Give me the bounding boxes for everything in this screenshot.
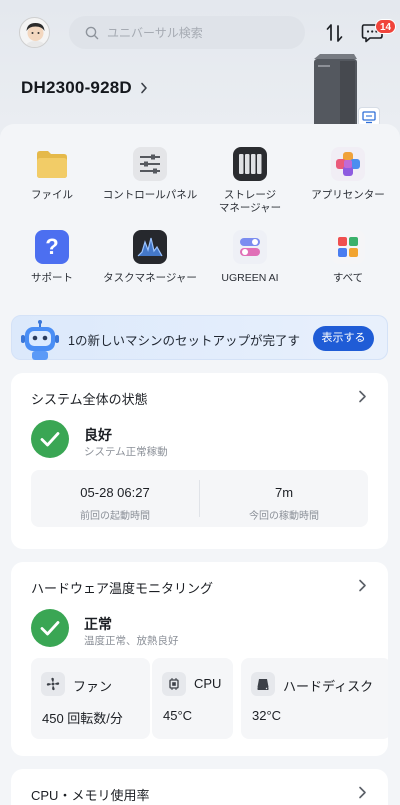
status-description: システム正常稼動 [84, 446, 168, 458]
last-boot-value: 05-28 06:27 [80, 485, 150, 500]
card-title: システム全体の状態 [31, 392, 148, 407]
fan-label: ファン [73, 679, 113, 694]
chevron-right-icon[interactable] [358, 579, 367, 592]
cpu-icon [162, 672, 186, 696]
last-boot-stat: 05-28 06:27 前回の起動時間 [31, 470, 199, 527]
last-boot-label: 前回の起動時間 [80, 511, 150, 522]
app-ugreen-ai[interactable]: UGREEN AI [200, 230, 300, 285]
support-icon: ? [35, 230, 69, 264]
app-center-icon [331, 147, 365, 181]
storage-manager-icon [233, 147, 267, 181]
app-label: サポート [31, 272, 73, 284]
status-text: 良好 [84, 427, 112, 443]
app-support[interactable]: ? サポート [2, 230, 102, 285]
search-input[interactable] [107, 25, 287, 40]
app-label: タスクマネージャー [103, 272, 197, 284]
hard-disk-value: 32°C [252, 708, 282, 723]
task-manager-icon [133, 230, 167, 264]
app-control-panel[interactable]: コントロールパネル [100, 147, 200, 202]
app-center[interactable]: アプリセンター [298, 147, 398, 202]
card-title: CPU・メモリ使用率 [31, 788, 150, 803]
uptime-stats: 05-28 06:27 前回の起動時間 7m 今回の稼動時間 [31, 470, 368, 527]
app-label: ファイル [31, 189, 73, 201]
hard-disk-tile[interactable]: ハードディスク 32°C [241, 658, 388, 739]
check-circle-icon [31, 609, 69, 647]
search-icon [85, 26, 99, 39]
app-label: すべて [332, 272, 364, 284]
cpu-value: 45°C [163, 708, 193, 723]
status-description: 温度正常、放熱良好 [84, 635, 179, 647]
robot-icon [21, 320, 59, 360]
app-storage-manager[interactable]: ストレージ マネージャー [200, 147, 300, 215]
hardware-temperature-card[interactable]: ハードウェア温度モニタリング 正常 温度正常、放熱良好 ファン 450 回転数/… [11, 562, 388, 756]
app-task-manager[interactable]: タスクマネージャー [100, 230, 200, 285]
hard-disk-label: ハードディスク [283, 679, 374, 694]
fan-tile[interactable]: ファン 450 回転数/分 [31, 658, 150, 739]
fan-icon [41, 672, 65, 696]
all-apps-icon [331, 230, 365, 264]
chevron-right-icon[interactable] [358, 786, 367, 799]
app-all[interactable]: すべて [298, 230, 398, 285]
cpu-memory-card[interactable]: CPU・メモリ使用率 [11, 769, 388, 805]
chevron-right-icon [141, 82, 147, 94]
nas-device-image [314, 54, 357, 130]
uptime-stat: 7m 今回の稼動時間 [200, 470, 368, 527]
device-selector[interactable]: DH2300-928D [21, 78, 148, 98]
banner-text: 1の新しいマシンのセットアップが完了す [68, 334, 300, 348]
app-label: コントロールパネル [102, 189, 198, 201]
uptime-label: 今回の稼動時間 [249, 511, 319, 522]
fan-value: 450 回転数/分 [42, 711, 123, 726]
app-label: UGREEN AI [221, 272, 279, 284]
app-label: ストレージ マネージャー [218, 189, 282, 214]
notification-badge: 14 [375, 19, 397, 34]
control-panel-icon [133, 147, 167, 181]
chevron-right-icon[interactable] [358, 390, 367, 403]
hard-disk-icon [251, 672, 275, 696]
uptime-value: 7m [274, 485, 294, 500]
cpu-tile[interactable]: CPU 45°C [152, 658, 233, 739]
search-bar[interactable] [69, 16, 305, 49]
status-text: 正常 [84, 616, 112, 632]
avatar[interactable] [19, 17, 50, 48]
transfer-icon[interactable] [325, 22, 345, 44]
show-button[interactable]: 表示する [313, 326, 374, 351]
setup-banner[interactable]: 1の新しいマシンのセットアップが完了す 表示する [11, 315, 388, 360]
device-name: DH2300-928D [21, 78, 132, 97]
folder-icon [35, 147, 69, 181]
app-label: アプリセンター [311, 189, 385, 201]
ugreen-ai-icon [233, 230, 267, 264]
app-files[interactable]: ファイル [2, 147, 102, 202]
card-title: ハードウェア温度モニタリング [31, 581, 214, 596]
cpu-label: CPU [194, 676, 222, 691]
system-status-card[interactable]: システム全体の状態 良好 システム正常稼動 05-28 06:27 前回の起動時… [11, 373, 388, 549]
check-circle-icon [31, 420, 69, 458]
